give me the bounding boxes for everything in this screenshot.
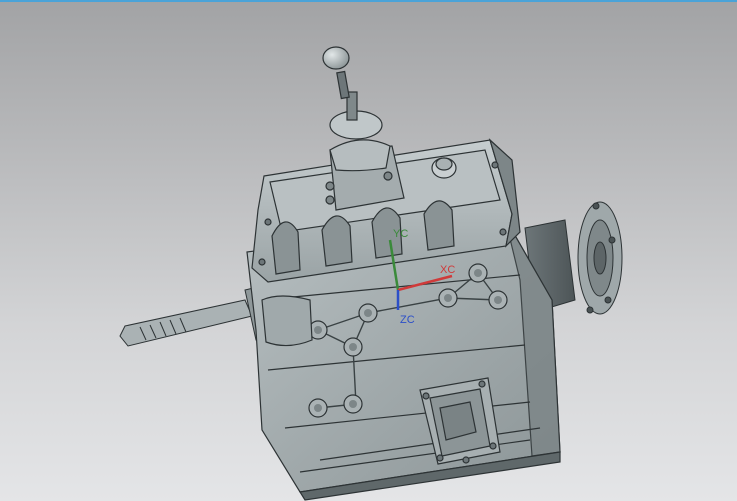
gear-shift-lever[interactable] xyxy=(322,46,405,211)
zc-axis-label: ZC xyxy=(400,314,415,326)
graphics-viewport[interactable]: YC XC ZC xyxy=(0,0,737,501)
yc-axis-label: YC xyxy=(393,228,409,240)
input-shaft[interactable] xyxy=(119,285,273,347)
xc-axis-label: XC xyxy=(440,264,456,276)
gearbox-model[interactable] xyxy=(0,0,737,501)
